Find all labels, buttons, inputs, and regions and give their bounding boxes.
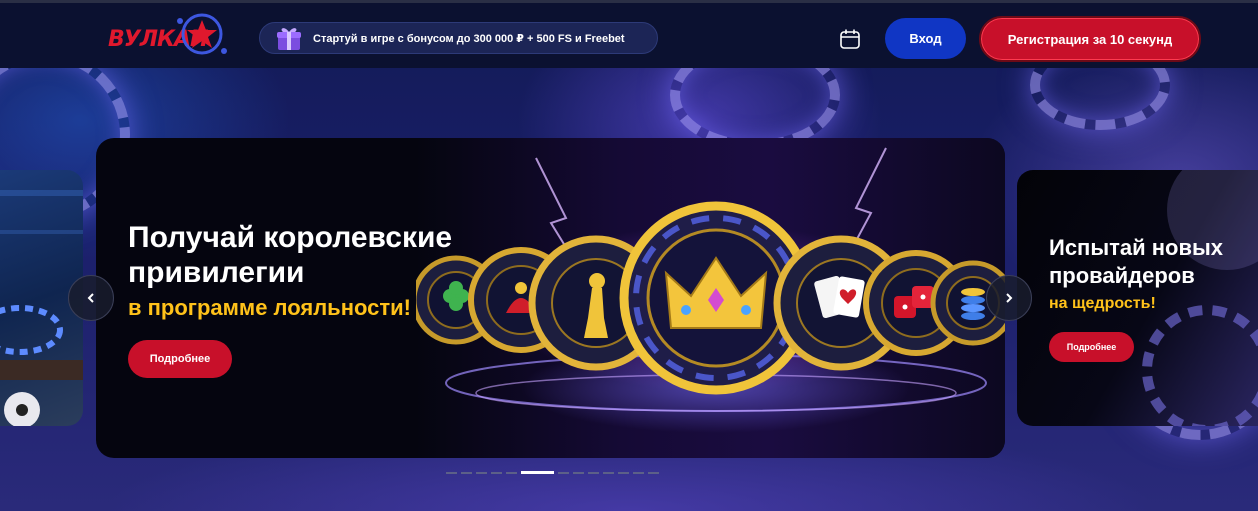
pagination-dot[interactable] — [573, 472, 584, 474]
slide-art — [411, 138, 1005, 458]
more-button[interactable]: Подробнее — [128, 340, 232, 378]
promo-banner[interactable]: Стартуй в игре с бонусом до 300 000 ₽ + … — [259, 22, 658, 54]
next-slide-title-line1: Испытай новых — [1049, 235, 1224, 260]
next-more-button[interactable]: Подробнее — [1049, 332, 1134, 362]
pagination-dot[interactable] — [603, 472, 614, 474]
pagination-dot[interactable] — [633, 472, 644, 474]
slider-pagination — [446, 471, 659, 475]
register-button[interactable]: Регистрация за 10 секунд — [979, 16, 1201, 62]
slide-title: Получай королевские привилегии — [128, 221, 453, 289]
pagination-dot[interactable] — [558, 472, 569, 474]
slide-next[interactable]: Испытай новых провайдеров на щедрость! П… — [1017, 170, 1258, 426]
pagination-dot[interactable] — [506, 472, 517, 474]
next-slide-subtitle: на щедрость! — [1049, 295, 1156, 312]
slide-subtitle: в программе лояльности! — [128, 295, 412, 320]
promo-text: Стартуй в игре с бонусом до 300 000 ₽ + … — [313, 32, 625, 45]
casino-chips-art — [411, 147, 1005, 412]
logo-star-icon — [177, 13, 227, 55]
pagination-dot[interactable] — [648, 472, 659, 474]
pagination-dot[interactable] — [446, 472, 457, 474]
slider-prev-button[interactable] — [68, 275, 114, 321]
calendar-icon[interactable] — [839, 28, 861, 50]
logo[interactable]: ВУЛКАН — [108, 13, 227, 57]
pagination-dot[interactable] — [521, 471, 554, 474]
next-slide-title: Испытай новых провайдеров — [1049, 234, 1258, 290]
pagination-dot[interactable] — [491, 472, 502, 474]
pagination-dot[interactable] — [476, 472, 487, 474]
gift-icon — [277, 28, 301, 50]
chevron-left-icon — [87, 293, 94, 303]
slider-next-button[interactable] — [986, 275, 1032, 321]
pagination-dot[interactable] — [588, 472, 599, 474]
chevron-right-icon — [1006, 293, 1013, 303]
pagination-dot[interactable] — [618, 472, 629, 474]
slide-current[interactable]: Получай королевские привилегии в програм… — [96, 138, 1005, 458]
next-slide-title-line2: провайдеров — [1049, 263, 1195, 288]
pagination-dot[interactable] — [461, 472, 472, 474]
login-button[interactable]: Вход — [885, 18, 966, 59]
site-header: ВУЛКАН Стартуй в игре с бонусом до 300 0… — [0, 0, 1258, 68]
